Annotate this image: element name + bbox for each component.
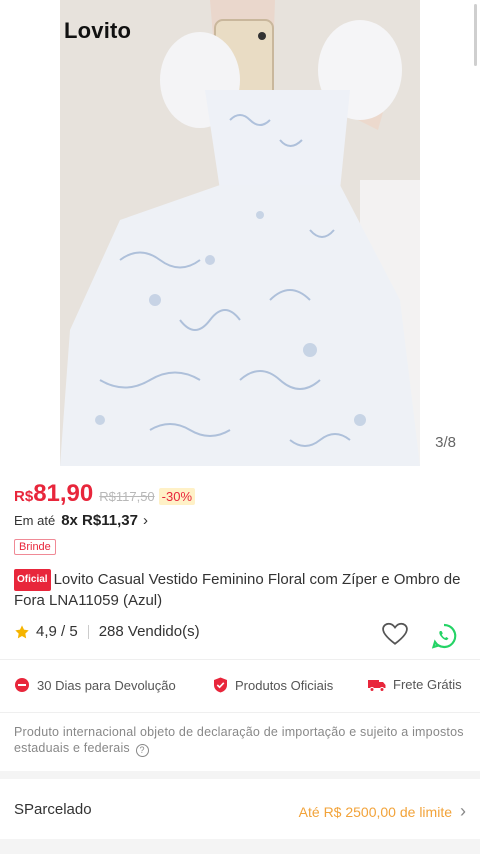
original-price: R$117,50 (99, 489, 155, 504)
chevron-right-icon: › (460, 801, 466, 821)
scrollbar[interactable] (474, 4, 477, 66)
installments-link[interactable]: Em até 8x R$11,37 › (14, 512, 148, 529)
favorite-button[interactable] (382, 622, 408, 651)
whatsapp-icon (431, 623, 457, 649)
price-currency: R$ (14, 488, 34, 505)
guarantee-label: Produtos Oficiais (235, 677, 334, 693)
heart-icon (382, 622, 408, 645)
chevron-right-icon: › (142, 512, 148, 529)
sparcelado-limit: Até R$ 2500,00 de limite (298, 803, 452, 820)
product-title: Lovito Casual Vestido Feminino Floral co… (14, 571, 461, 609)
gift-tag: Brinde (14, 539, 56, 555)
sold-count: 288 Vendido(s) (98, 623, 200, 640)
guarantee-return[interactable]: 30 Dias para Devolução (14, 677, 176, 693)
installments-value: 8x R$11,37 (61, 512, 138, 529)
import-notice: Produto internacional objeto de declaraç… (14, 724, 468, 757)
guarantee-label: 30 Dias para Devolução (37, 677, 176, 693)
sparcelado-row[interactable]: SParcelado Até R$ 2500,00 de limite › (0, 779, 480, 839)
star-icon (15, 624, 29, 638)
sparcelado-limit-link[interactable]: Até R$ 2500,00 de limite › (299, 801, 466, 822)
return-icon (15, 678, 29, 692)
truck-icon (368, 679, 386, 692)
rating-value: 4,9 / 5 (36, 623, 78, 640)
whatsapp-share-button[interactable] (430, 622, 458, 655)
shield-check-icon (214, 677, 227, 693)
guarantee-official[interactable]: Produtos Oficiais (213, 677, 333, 693)
dress-photo-illustration (60, 0, 420, 466)
section-divider (0, 771, 480, 779)
price-row: R$ 81,90 R$117,50 -30% (14, 480, 196, 508)
current-price: 81,90 (33, 480, 94, 507)
rating-row[interactable]: 4,9 / 5 288 Vendido(s) (14, 623, 200, 640)
guarantees-bar[interactable]: 30 Dias para Devolução Produtos Oficiais… (0, 659, 480, 713)
guarantee-label: Frete Grátis (393, 677, 462, 692)
discount-badge: -30% (158, 488, 196, 505)
sparcelado-label: SParcelado (14, 801, 92, 818)
import-notice-text: Produto internacional objeto de declaraç… (14, 725, 464, 755)
section-divider (0, 839, 480, 854)
brand-logo: Lovito (64, 18, 132, 43)
product-title-block: Oficial Lovito Casual Vestido Feminino Fl… (14, 569, 466, 611)
installments-prefix: Em até (14, 513, 56, 528)
official-badge: Oficial (14, 569, 51, 591)
product-photo[interactable] (60, 0, 420, 466)
help-icon[interactable]: ? (135, 744, 149, 757)
guarantee-shipping[interactable]: Frete Grátis (368, 677, 462, 692)
divider (87, 624, 89, 639)
image-counter: 3/8 (435, 434, 456, 451)
product-image-gallery[interactable]: Lovito 3/8 (0, 0, 480, 466)
